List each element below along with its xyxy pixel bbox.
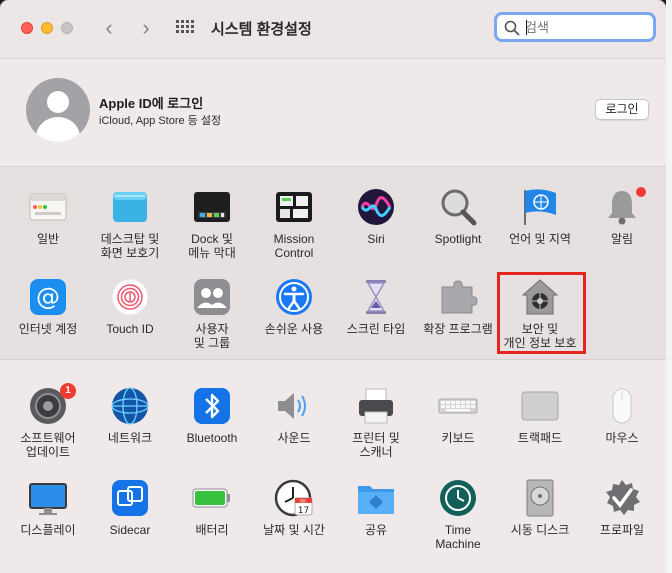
- spotlight-icon: [441, 189, 477, 226]
- users-groups-icon: [194, 279, 230, 315]
- search-icon: [504, 20, 520, 36]
- battery-icon: [192, 488, 230, 508]
- pref-label: 일반: [36, 232, 60, 246]
- pref-label: 프린터 및 스캐너: [352, 431, 400, 459]
- printers-scanners-icon: [359, 388, 393, 424]
- pref-label: 공유: [364, 523, 388, 537]
- pref-label: 마우스: [605, 431, 639, 445]
- pref-label: 데스크탑 및 화면 보호기: [100, 232, 160, 260]
- titlebar: ‹ › 시스템 환경설정: [0, 0, 666, 59]
- window-title: 시스템 환경설정: [211, 21, 312, 38]
- pref-label: Mission Control: [273, 232, 315, 260]
- search-input[interactable]: [525, 18, 645, 36]
- sound-icon: [278, 393, 306, 419]
- pref-label: 디스플레이: [20, 523, 76, 537]
- pref-label: 알림: [610, 232, 634, 246]
- pref-label: Touch ID: [106, 322, 154, 336]
- mission-control-icon: [276, 192, 312, 222]
- sharing-icon: [358, 486, 394, 514]
- date-time-icon: JUL 17: [274, 479, 313, 517]
- calendar-day: 17: [298, 506, 309, 516]
- search-field[interactable]: [494, 12, 656, 42]
- siri-icon: [358, 189, 394, 225]
- profiles-icon: [606, 480, 640, 515]
- text-caret: [526, 20, 527, 35]
- apple-id-title: Apple ID에 로그인: [99, 96, 204, 111]
- pref-label: Dock 및 메뉴 막대: [188, 232, 236, 260]
- mouse-icon: [612, 388, 632, 424]
- pref-label: 소프트웨어 업데이트: [20, 431, 76, 459]
- accessibility-icon: [276, 279, 312, 315]
- background-strip: [666, 0, 672, 573]
- selection-highlight-box: [497, 272, 586, 354]
- minimize-window-button[interactable]: [41, 22, 53, 34]
- update-count-badge: 1: [60, 383, 76, 399]
- back-button[interactable]: ‹: [98, 16, 120, 40]
- pref-label: 프로파일: [599, 523, 645, 537]
- pref-label: 인터넷 계정: [18, 322, 78, 336]
- system-preferences-window: ‹ › 시스템 환경설정 Apple ID에 로그인 iCloud, App S…: [0, 0, 666, 573]
- sidecar-icon: [112, 480, 148, 516]
- pref-label: Spotlight: [434, 232, 482, 246]
- internet-accounts-icon: @: [30, 279, 66, 315]
- time-machine-icon: [440, 480, 476, 516]
- displays-icon: [29, 483, 67, 515]
- general-icon: [29, 193, 67, 221]
- pref-label: Sidecar: [109, 523, 151, 537]
- notification-dot-badge: [636, 187, 646, 197]
- pref-label: 날짜 및 시간: [263, 523, 325, 537]
- pref-label: 키보드: [441, 431, 475, 445]
- apple-id-section: Apple ID에 로그인 iCloud, App Store 등 설정 로그인: [0, 59, 666, 167]
- startup-disk-icon: [526, 479, 554, 517]
- login-button[interactable]: 로그인: [595, 99, 649, 120]
- zoom-window-button[interactable]: [61, 22, 73, 34]
- preferences-section-2: [0, 360, 666, 573]
- network-icon: [111, 387, 149, 425]
- svg-text:@: @: [36, 283, 60, 311]
- pref-label: 사용자 및 그룹: [193, 322, 231, 350]
- dock-icon: [194, 192, 230, 222]
- screen-time-icon: [366, 280, 386, 314]
- pref-label: 확장 프로그램: [423, 322, 493, 336]
- pref-label: Bluetooth: [186, 431, 238, 445]
- pref-label: 손쉬운 사용: [264, 322, 324, 336]
- pref-label: 시동 디스크: [510, 523, 570, 537]
- bluetooth-icon: [194, 388, 230, 424]
- show-all-grid-icon[interactable]: [176, 20, 196, 36]
- close-window-button[interactable]: [21, 22, 33, 34]
- forward-button[interactable]: ›: [135, 16, 157, 40]
- apple-id-subtitle: iCloud, App Store 등 설정: [99, 115, 222, 127]
- extensions-icon: [441, 280, 478, 314]
- pref-label: 사운드: [277, 431, 311, 445]
- pref-label: Siri: [367, 232, 385, 246]
- pref-label: Time Machine: [435, 523, 481, 551]
- pref-label: 네트워크: [107, 431, 153, 445]
- pref-label: 배터리: [195, 523, 229, 537]
- language-region-icon: [524, 189, 556, 225]
- avatar[interactable]: [26, 78, 90, 142]
- desktop-screensaver-icon: [113, 192, 147, 222]
- trackpad-icon: [521, 391, 559, 421]
- keyboard-icon: [438, 398, 478, 414]
- calendar-month: JUL: [299, 498, 307, 503]
- pref-label: 언어 및 지역: [509, 232, 571, 246]
- pref-label: 스크린 타임: [346, 322, 406, 336]
- pref-label: 트랙패드: [517, 431, 563, 445]
- touch-id-icon: [111, 278, 149, 316]
